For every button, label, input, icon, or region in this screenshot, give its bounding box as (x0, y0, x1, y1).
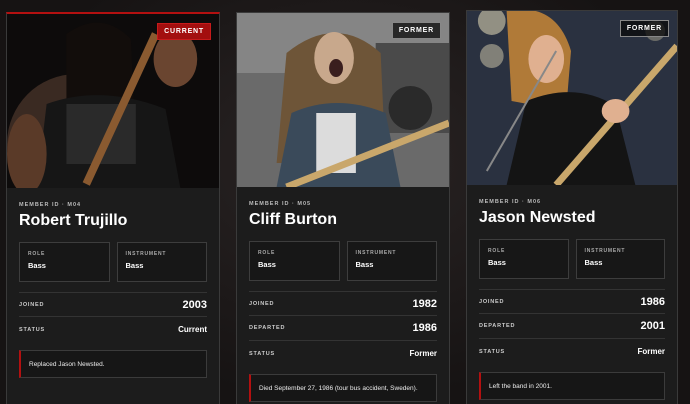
role-value: Bass (258, 260, 276, 269)
status-value: Former (409, 349, 437, 358)
status-value: Current (178, 325, 207, 334)
member-card-jason-newsted[interactable]: FORMER MEMBER ID · M06 Jason Newsted ROL… (466, 10, 678, 404)
role-value: Bass (28, 261, 46, 270)
member-photo (237, 13, 449, 187)
member-photo (7, 14, 219, 188)
role-box: ROLE Bass (19, 242, 110, 282)
departed-row: DEPARTED 2001 (479, 314, 665, 339)
instrument-value: Bass (125, 261, 144, 270)
role-label: ROLE (488, 248, 506, 254)
member-name: Jason Newsted (479, 209, 596, 226)
member-name: Cliff Burton (249, 211, 337, 228)
status-value: Former (637, 347, 665, 356)
joined-value: 1986 (640, 295, 665, 308)
member-note: Died September 27, 1986 (tour bus accide… (249, 374, 437, 402)
departed-value: 2001 (640, 320, 665, 332)
joined-label: JOINED (249, 300, 275, 307)
joined-value: 2003 (182, 298, 207, 311)
instrument-label: INSTRUMENT (125, 251, 167, 257)
member-id: MEMBER ID · M05 (249, 201, 312, 207)
joined-label: JOINED (479, 298, 505, 305)
member-id: MEMBER ID · M04 (19, 202, 82, 208)
instrument-box: INSTRUMENT Bass (575, 239, 665, 279)
joined-label: JOINED (19, 301, 45, 308)
member-card-robert-trujillo[interactable]: CURRENT MEMBER ID · M04 Robert Trujillo … (6, 12, 220, 404)
joined-row: JOINED 2003 (19, 292, 207, 317)
status-row: STATUS Former (479, 339, 665, 364)
joined-row: JOINED 1982 (249, 291, 437, 316)
instrument-label: INSTRUMENT (584, 248, 626, 254)
role-label: ROLE (28, 251, 46, 257)
role-box: ROLE Bass (479, 239, 569, 279)
departed-value: 1986 (412, 322, 437, 334)
status-row: STATUS Current (19, 317, 207, 342)
joined-row: JOINED 1986 (479, 289, 665, 314)
member-card-cliff-burton[interactable]: FORMER MEMBER ID · M05 Cliff Burton ROLE… (236, 12, 450, 404)
role-label: ROLE (258, 250, 276, 256)
departed-row: DEPARTED 1986 (249, 316, 437, 341)
instrument-value: Bass (584, 258, 603, 267)
status-label: STATUS (19, 326, 45, 333)
status-label: STATUS (249, 350, 275, 357)
departed-label: DEPARTED (479, 323, 516, 329)
instrument-label: INSTRUMENT (355, 250, 397, 256)
member-note: Replaced Jason Newsted. (19, 350, 207, 378)
member-id: MEMBER ID · M06 (479, 199, 542, 205)
member-name: Robert Trujillo (19, 212, 128, 229)
instrument-value: Bass (355, 260, 374, 269)
member-note: Left the band in 2001. (479, 372, 665, 400)
status-label: STATUS (479, 348, 505, 355)
status-row: STATUS Former (249, 341, 437, 366)
member-photo (467, 11, 677, 185)
role-value: Bass (488, 258, 506, 267)
instrument-box: INSTRUMENT Bass (346, 241, 437, 281)
instrument-box: INSTRUMENT Bass (116, 242, 207, 282)
joined-value: 1982 (412, 297, 437, 310)
role-box: ROLE Bass (249, 241, 340, 281)
status-badge: CURRENT (157, 23, 211, 40)
departed-label: DEPARTED (249, 325, 286, 331)
status-badge: FORMER (619, 20, 669, 37)
status-badge: FORMER (391, 22, 441, 39)
